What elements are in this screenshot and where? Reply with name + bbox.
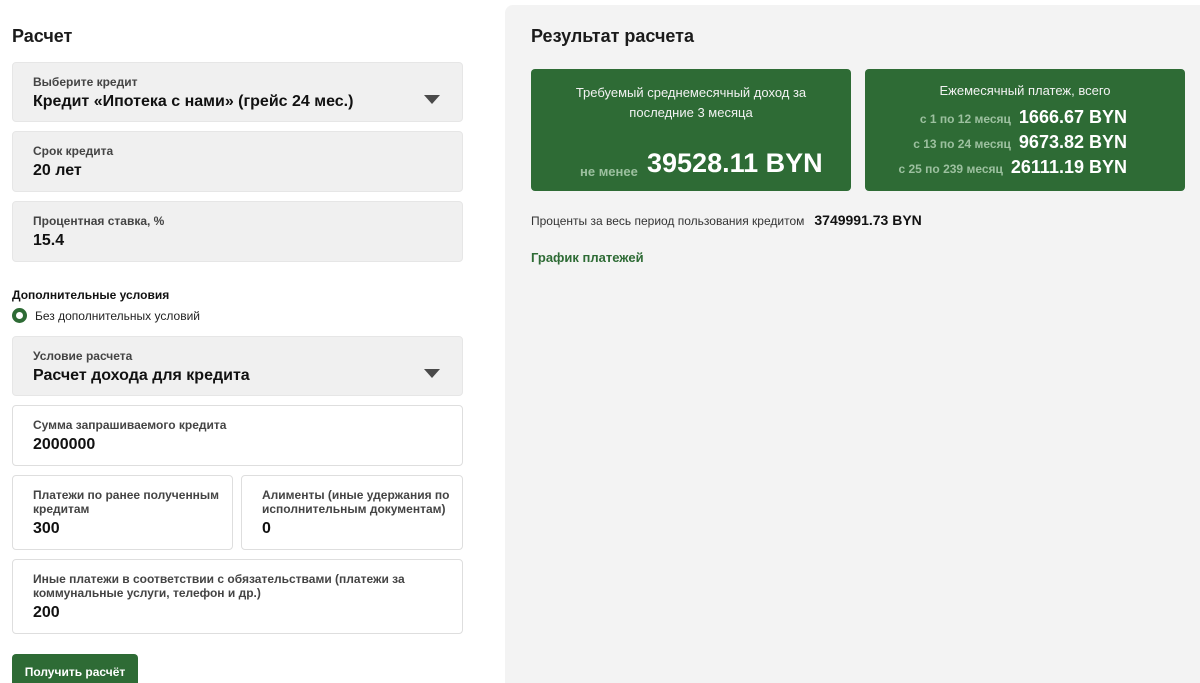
- prev-loans-value[interactable]: 300: [33, 520, 60, 538]
- payment-row-label: с 25 по 239 месяц: [898, 162, 1003, 176]
- payment-row-label: с 13 по 24 месяц: [913, 137, 1011, 151]
- calculator-form: Расчет Выберите кредит Кредит «Ипотека с…: [0, 0, 505, 683]
- required-income-title: Требуемый среднемесячный доход за послед…: [531, 83, 851, 123]
- payment-row: с 1 по 12 месяц 1666.67 BYN: [920, 107, 1127, 128]
- min-label: не менее: [580, 164, 638, 179]
- alimony-label-line2: исполнительным документам): [262, 502, 446, 516]
- total-interest: Проценты за весь период пользования кред…: [531, 212, 922, 228]
- chevron-down-icon[interactable]: [424, 369, 440, 378]
- get-calculation-button[interactable]: Получить расчёт: [12, 654, 138, 683]
- term-field[interactable]: Срок кредита 20 лет: [12, 131, 463, 192]
- payment-row-value: 9673.82 BYN: [1018, 132, 1127, 152]
- radio-label: Без дополнительных условий: [35, 308, 200, 323]
- total-interest-label: Проценты за весь период пользования кред…: [531, 214, 805, 228]
- monthly-payment-card: Ежемесячный платеж, всего с 1 по 12 меся…: [865, 69, 1185, 191]
- chevron-down-icon[interactable]: [424, 95, 440, 104]
- alimony-label-line1: Алименты (иные удержания по: [262, 488, 450, 502]
- additional-conditions-title: Дополнительные условия: [12, 288, 170, 302]
- alimony-value[interactable]: 0: [262, 520, 271, 538]
- payment-schedule-link[interactable]: График платежей: [531, 250, 644, 265]
- rate-field[interactable]: Процентная ставка, % 15.4: [12, 201, 463, 262]
- prev-loans-input[interactable]: Платежи по ранее полученным кредитам 300: [12, 475, 233, 550]
- condition-select[interactable]: Условие расчета Расчет дохода для кредит…: [12, 336, 463, 396]
- amount-value[interactable]: 2000000: [33, 436, 95, 454]
- total-interest-value: 3749991.73 BYN: [814, 212, 922, 228]
- other-payments-value[interactable]: 200: [33, 604, 60, 622]
- other-payments-label: Иные платежи в соответствии с обязательс…: [33, 572, 405, 600]
- prev-loans-label-line1: Платежи по ранее полученным: [33, 488, 220, 502]
- term-value: 20 лет: [33, 162, 82, 179]
- rate-value: 15.4: [33, 232, 65, 249]
- payment-row-label: с 1 по 12 месяц: [919, 112, 1011, 126]
- payment-row: с 25 по 239 месяц 26111.19 BYN: [898, 157, 1127, 178]
- credit-select[interactable]: Выберите кредит Кредит «Ипотека с нами» …: [12, 62, 463, 122]
- required-income-title-line2: последние 3 месяца: [629, 105, 753, 120]
- alimony-input[interactable]: Алименты (иные удержания по исполнительн…: [241, 475, 463, 550]
- required-income-card: Требуемый среднемесячный доход за послед…: [531, 69, 851, 191]
- prev-loans-label-line2: кредитам: [33, 502, 90, 516]
- other-payments-label-line1: Иные платежи в соответствии с обязательс…: [33, 572, 405, 586]
- alimony-label: Алименты (иные удержания по исполнительн…: [262, 488, 450, 516]
- result-title: Результат расчета: [531, 26, 695, 46]
- result-panel: Результат расчета Требуемый среднемесячн…: [505, 5, 1200, 683]
- amount-input[interactable]: Сумма запрашиваемого кредита 2000000: [12, 405, 463, 466]
- credit-select-value: Кредит «Ипотека с нами» (грейс 24 мес.): [33, 93, 354, 110]
- amount-label: Сумма запрашиваемого кредита: [33, 418, 227, 432]
- radio-no-conditions[interactable]: Без дополнительных условий: [12, 308, 200, 323]
- radio-selected-icon[interactable]: [12, 308, 27, 323]
- form-title: Расчет: [12, 26, 73, 46]
- required-income-title-line1: Требуемый среднемесячный доход за: [575, 85, 807, 100]
- monthly-payment-title: Ежемесячный платеж, всего: [939, 83, 1111, 98]
- rate-label: Процентная ставка, %: [33, 214, 165, 228]
- term-label: Срок кредита: [33, 144, 114, 158]
- prev-loans-label: Платежи по ранее полученным кредитам: [33, 488, 219, 516]
- condition-select-label: Условие расчета: [33, 349, 133, 363]
- payment-row: с 13 по 24 месяц 9673.82 BYN: [913, 132, 1127, 153]
- payment-row-value: 1666.67 BYN: [1018, 107, 1127, 127]
- credit-select-label: Выберите кредит: [33, 75, 138, 89]
- condition-select-value: Расчет дохода для кредита: [33, 367, 250, 384]
- required-income-value: 39528.11 BYN: [647, 148, 823, 178]
- payment-row-value: 26111.19 BYN: [1010, 157, 1127, 177]
- other-payments-input[interactable]: Иные платежи в соответствии с обязательс…: [12, 559, 463, 634]
- other-payments-label-line2: коммунальные услуги, телефон и др.): [33, 586, 261, 600]
